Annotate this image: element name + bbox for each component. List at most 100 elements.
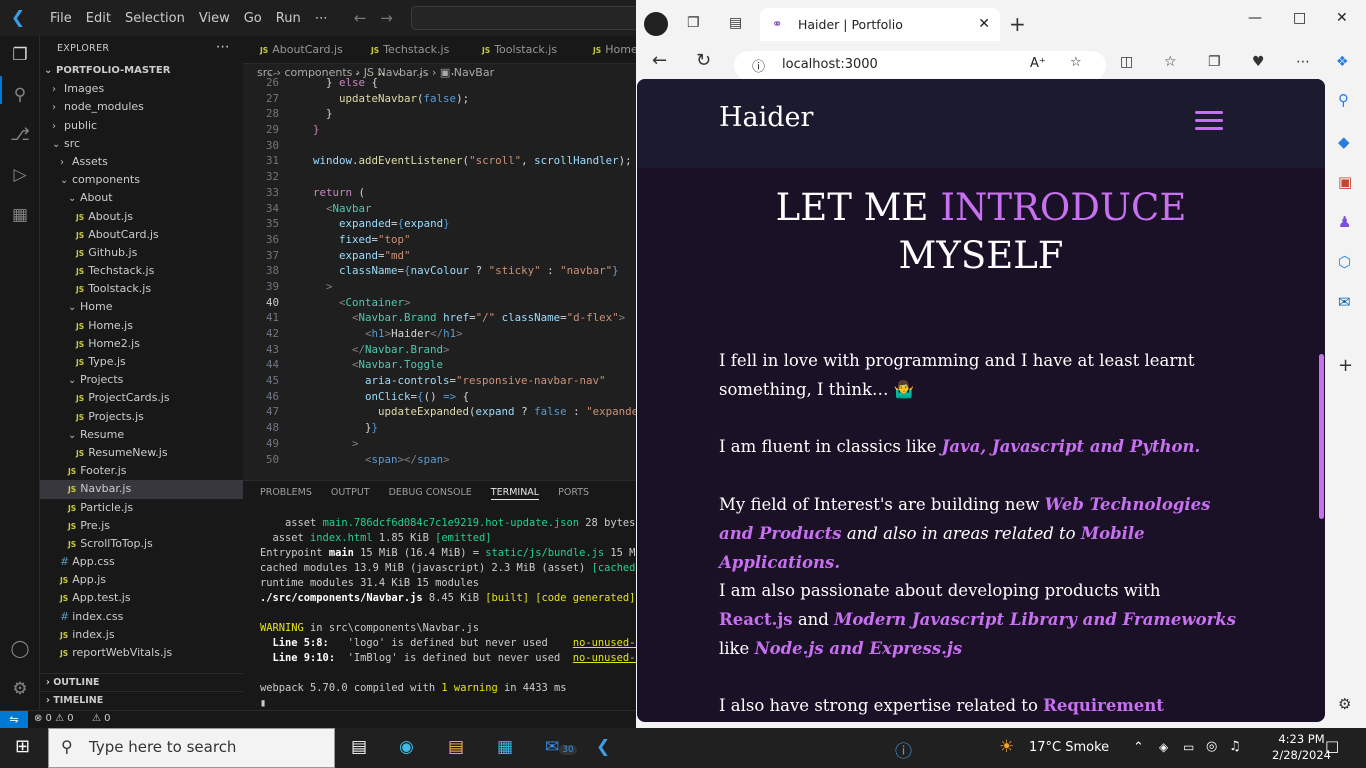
refresh-icon[interactable]: ↻ [696,50,711,71]
browser-essentials-icon[interactable]: ♥ [1252,54,1265,70]
search-icon[interactable]: ⚲ [1338,91,1349,109]
menu-more[interactable]: ⋯ [315,11,328,26]
tab-output[interactable]: OUTPUT [331,481,370,507]
folder-item[interactable]: ⌄ components [40,171,243,189]
battery-icon[interactable]: ▭ [1183,740,1194,754]
menu-selection[interactable]: Selection [125,11,185,26]
windows-start-icon[interactable]: ⊞ [15,736,30,757]
gear-icon[interactable]: ⚙ [8,677,32,701]
file-item[interactable]: JS ScrollToTop.js [40,535,243,553]
ports-count[interactable]: ⚠ 0 [92,713,111,724]
folder-item[interactable]: ⌄ Home [40,298,243,316]
shopping-icon[interactable]: ◆ [1338,133,1350,151]
taskbar-clock[interactable]: 4:23 PM 2/28/2024 [1272,731,1331,763]
folder-item[interactable]: › public [40,117,243,135]
copilot-icon[interactable]: ❖ [1336,54,1349,70]
file-item[interactable]: JS Type.js [40,353,243,371]
task-view-icon[interactable]: ▤ [351,737,367,757]
account-icon[interactable]: ◯ [8,637,32,661]
workspaces-icon[interactable]: ❐ [687,15,700,31]
file-item[interactable]: JS Github.js [40,244,243,262]
back-arrow-icon[interactable]: ← [354,9,367,27]
globe-icon[interactable]: ◎ [1206,739,1217,754]
info-icon[interactable]: ⓘ [752,56,765,75]
tools-icon[interactable]: ▣ [1338,173,1352,191]
file-item[interactable]: JS ResumeNew.js [40,444,243,462]
sidebar-settings-icon[interactable]: ⚙ [1338,695,1351,713]
site-brand[interactable]: Haider [719,102,813,133]
read-aloud-icon[interactable]: A⁺ [1030,56,1046,71]
menu-view[interactable]: View [199,11,230,26]
file-item[interactable]: JS AboutCard.js [40,226,243,244]
file-item[interactable]: JS Particle.js [40,499,243,517]
file-item[interactable]: JS ProjectCards.js [40,389,243,407]
folder-item[interactable]: › Images [40,80,243,98]
address-bar[interactable]: ⓘ localhost:3000 A⁺ ☆ [734,51,1106,80]
timeline-section[interactable]: › TIMELINE [40,691,243,709]
file-item[interactable]: JS index.js [40,626,243,644]
store-icon[interactable]: ▦ [497,737,513,757]
notifications-icon[interactable]: □ [1325,737,1339,755]
games-icon[interactable]: ♟ [1338,213,1351,231]
file-item[interactable]: JS Home2.js [40,335,243,353]
source-control-icon[interactable]: ⎇ [8,123,32,147]
help-icon[interactable]: ⓘ [895,737,912,762]
file-item[interactable]: JS Navbar.js [40,480,243,499]
file-item[interactable]: JS Footer.js [40,462,243,480]
chevron-up-icon[interactable]: ⌃ [1133,740,1144,755]
folder-item[interactable]: ⌄ Projects [40,371,243,389]
tab-techstack[interactable]: JS Techstack.js [354,36,465,64]
volume-icon[interactable]: ♫ [1229,739,1241,754]
tab-portfolio[interactable]: ⚭ Haider | Portfolio ✕ [760,8,1000,41]
file-item[interactable]: JS App.test.js [40,589,243,607]
outlook-icon[interactable]: ✉ [1338,293,1351,311]
settings-more-icon[interactable]: ⋯ [1296,54,1310,70]
command-center[interactable] [411,6,636,30]
file-item[interactable]: JS Projects.js [40,408,243,426]
edge-app-icon[interactable]: ◉ [399,737,414,757]
extensions-icon[interactable]: ▦ [8,203,32,227]
folder-item[interactable]: › node_modules [40,98,243,116]
split-screen-icon[interactable]: ◫ [1120,54,1133,70]
outline-section[interactable]: › OUTLINE [40,673,243,691]
profile-avatar[interactable] [644,12,668,36]
collections-icon[interactable]: ❐ [1208,54,1221,70]
more-actions-icon[interactable]: ⋯ [216,39,230,55]
explorer-icon[interactable]: ❐ [8,43,32,67]
taskbar-search[interactable]: ⚲ Type here to search [48,728,335,768]
tab-terminal[interactable]: TERMINAL [490,481,540,500]
search-icon[interactable]: ⚲ [8,83,32,107]
file-item[interactable]: # App.css [40,553,243,571]
terminal-output[interactable]: asset main.786dcf6d084c7c1e9219.hot-upda… [243,507,636,710]
vscode-app-icon[interactable]: ❮ [596,737,610,757]
tab-toolstack[interactable]: JS Toolstack.js [465,36,576,64]
file-item[interactable]: JS Toolstack.js [40,280,243,298]
new-tab-icon[interactable]: + [1009,12,1026,36]
tab-problems[interactable]: PROBLEMS [260,481,312,507]
file-item[interactable]: JS App.js [40,571,243,589]
folder-item[interactable]: ⌄ src [40,135,243,153]
favorite-star-icon[interactable]: ☆ [1070,55,1082,70]
page-scrollbar[interactable] [1319,354,1324,519]
workspace-root[interactable]: ⌄ PORTFOLIO-MASTER [40,62,243,80]
file-item[interactable]: JS Pre.js [40,517,243,535]
run-debug-icon[interactable]: ▷ [8,163,32,187]
code-view[interactable]: 25 updateNavbar(true); 26 } else { 27 up… [243,71,636,467]
tab-home[interactable]: JSHome.js [576,36,636,64]
menu-go[interactable]: Go [244,11,262,26]
problems-count[interactable]: ⊗ 0 ⚠ 0 [34,713,74,724]
minimize-icon[interactable]: — [1248,10,1262,26]
add-sidebar-app-icon[interactable]: + [1338,355,1353,376]
weather-text[interactable]: 17°C Smoke [1029,740,1109,755]
file-item[interactable]: JS Techstack.js [40,262,243,280]
file-item[interactable]: JS Home.js [40,317,243,335]
file-item[interactable]: JS About.js [40,208,243,226]
file-item[interactable]: # index.css [40,608,243,626]
maximize-icon[interactable]: □ [1293,10,1306,26]
menu-file[interactable]: File [50,11,72,26]
tab-debug-console[interactable]: DEBUG CONSOLE [389,481,472,507]
weather-icon[interactable]: ☀ [999,737,1014,757]
forward-arrow-icon[interactable]: → [380,9,393,27]
folder-item[interactable]: › Assets [40,153,243,171]
menu-run[interactable]: Run [276,11,301,26]
